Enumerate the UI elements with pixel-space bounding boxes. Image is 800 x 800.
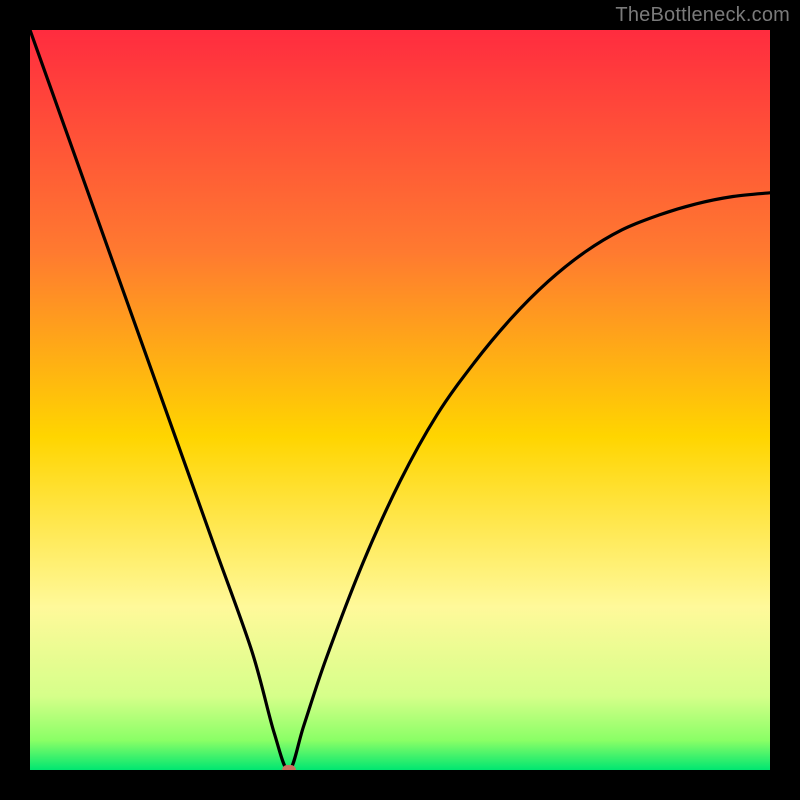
- bottleneck-curve: [30, 30, 770, 770]
- minimum-marker: [282, 765, 296, 770]
- plot-area: [30, 30, 770, 770]
- watermark-text: TheBottleneck.com: [615, 4, 790, 27]
- chart-frame: TheBottleneck.com: [0, 0, 800, 800]
